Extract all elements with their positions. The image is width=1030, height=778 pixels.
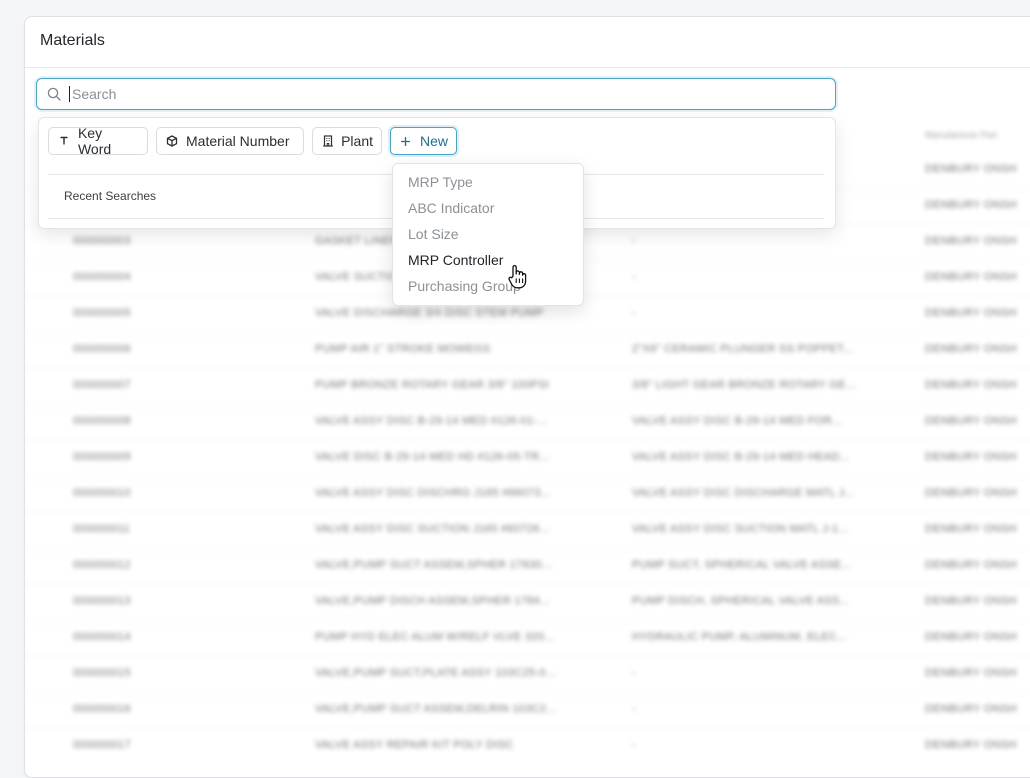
menu-item-lot-size[interactable]: Lot Size: [408, 226, 459, 242]
table-cell: DENBURY ONSH: [925, 163, 1017, 175]
text-caret: [69, 86, 70, 102]
table-cell: DENBURY ONSH: [925, 343, 1017, 355]
table-cell: VALVE ASSY DISC SUCTION J165 #60726...: [315, 523, 550, 535]
title-divider: [25, 67, 1030, 68]
table-cell: DENBURY ONSH: [925, 379, 1017, 391]
table-cell: -: [632, 703, 636, 715]
building-icon: [321, 134, 334, 148]
text-type-icon: [57, 134, 71, 148]
table-row[interactable]: 000000015 VALVE,PUMP SUCT,PLATE ASSY 103C…: [25, 656, 1030, 693]
table-cell: 000000013: [73, 595, 131, 607]
table-cell: DENBURY ONSH: [925, 667, 1017, 679]
table-cell: 2"X6" CERAMIC PLUNGER SS POPPET...: [632, 343, 853, 355]
table-row[interactable]: 000000011 VALVE ASSY DISC SUCTION J165 #6…: [25, 512, 1030, 549]
table-cell: -: [632, 307, 636, 319]
table-cell: PUMP DISCH, SPHERICAL VALVE ASS...: [632, 595, 850, 607]
table-cell: DENBURY ONSH: [925, 415, 1017, 427]
table-cell: PUMP BRONZE ROTARY GEAR 3/8" 100PSI: [315, 379, 550, 391]
menu-item-mrp-type[interactable]: MRP Type: [408, 174, 473, 190]
table-cell: 000000011: [73, 523, 130, 535]
table-row[interactable]: 000000017 VALVE ASSY REPAIR KIT POLY DISC…: [25, 728, 1030, 752]
table-cell: 000000005: [73, 307, 131, 319]
table-row[interactable]: 000000009 VALVE DISC B-29-14 MED HD #126-…: [25, 440, 1030, 477]
table-cell: DENBURY ONSH: [925, 235, 1017, 247]
table-cell: VALVE DISC B-29-14 MED HD #126-05-TR...: [315, 451, 550, 463]
table-cell: DENBURY ONSH: [925, 451, 1017, 463]
table-cell: VALVE DISCHARGE 3/4 DISC STEM PUMP: [315, 307, 544, 319]
table-cell: PUMP HYD ELEC ALUM W/RELF VLVE 320...: [315, 631, 555, 643]
table-cell: 000000006: [73, 343, 131, 355]
table-cell: VALVE,PUMP SUCT ASSEM,DELRIN 103C2...: [315, 703, 557, 715]
filter-chip-label: Key Word: [77, 125, 112, 157]
table-cell: 000000009: [73, 451, 131, 463]
table-cell: -: [632, 667, 636, 679]
menu-item-purchasing-group[interactable]: Purchasing Group: [408, 278, 521, 294]
filter-chip-label: Plant: [341, 133, 373, 149]
table-cell: DENBURY ONSH: [925, 631, 1017, 643]
table-cell: HYDRAULIC PUMP, ALUMINUM, ELEC...: [632, 631, 848, 643]
table-cell: DENBURY ONSH: [925, 271, 1017, 283]
table-cell: 000000017: [73, 739, 131, 751]
table-cell: VALVE ASSY DISC B-29-14 MED HEAD...: [632, 451, 850, 463]
table-cell: VALVE ASSY DISC B-29-14 MED #126-01-...: [315, 415, 548, 427]
menu-item-mrp-controller[interactable]: MRP Controller: [408, 252, 503, 268]
table-cell: VALVE ASSY DISC SUCTION MATL J-1...: [632, 523, 849, 535]
table-row[interactable]: 000000013 VALVE,PUMP DISCH ASSEM,SPHER 17…: [25, 584, 1030, 621]
table-cell: PUMP AIR 1" STROKE MOWEGS: [315, 343, 491, 355]
table-cell: 000000014: [73, 631, 131, 643]
hand-pointer-icon: [508, 265, 527, 289]
search-input[interactable]: [72, 82, 812, 106]
table-row[interactable]: 000000014 PUMP HYD ELEC ALUM W/RELF VLVE …: [25, 620, 1030, 657]
table-cell: -: [632, 271, 636, 283]
page-title: Materials: [40, 32, 105, 49]
new-filter-button[interactable]: New: [390, 127, 457, 155]
table-cell: -: [632, 739, 636, 751]
table-row[interactable]: 000000006 PUMP AIR 1" STROKE MOWEGS 2"X6" …: [25, 332, 1030, 369]
table-cell: VALVE,PUMP DISCH ASSEM,SPHER 1784...: [315, 595, 551, 607]
table-cell: DENBURY ONSH: [925, 307, 1017, 319]
menu-item-abc-indicator[interactable]: ABC Indicator: [408, 200, 494, 216]
table-cell: 000000015: [73, 667, 131, 679]
table-row[interactable]: 000000016 VALVE,PUMP SUCT ASSEM,DELRIN 10…: [25, 692, 1030, 729]
filter-chip-plant[interactable]: Plant: [312, 127, 382, 155]
table-cell: DENBURY ONSH: [925, 595, 1017, 607]
table-cell: 000000010: [73, 487, 131, 499]
filter-chip-material-number[interactable]: Material Number: [156, 127, 304, 155]
cube-icon: [165, 134, 179, 148]
plus-icon: [399, 134, 413, 148]
table-cell: VALVE,PUMP SUCT ASSEM,SPHER 17830...: [315, 559, 552, 571]
table-cell: 000000016: [73, 703, 131, 715]
table-cell: VALVE ASSY DISC B-29-14 MED FOR...: [632, 415, 843, 427]
table-cell: DENBURY ONSH: [925, 559, 1017, 571]
table-row[interactable]: 000000012 VALVE,PUMP SUCT ASSEM,SPHER 178…: [25, 548, 1030, 585]
table-cell: VALVE ASSY DISC DISCHARGE MATL J...: [632, 487, 855, 499]
table-row[interactable]: 000000007 PUMP BRONZE ROTARY GEAR 3/8" 10…: [25, 368, 1030, 405]
table-cell: VALVE ASSY REPAIR KIT POLY DISC: [315, 739, 514, 751]
filter-chip-label: Material Number: [186, 133, 290, 149]
table-cell: 000000004: [73, 271, 131, 283]
table-cell: DENBURY ONSH: [925, 487, 1017, 499]
search-icon: [47, 87, 61, 101]
column-header-manufacturer-part: Manufacturer Part: [925, 130, 998, 140]
search-box[interactable]: [36, 78, 836, 110]
table-cell: 000000007: [73, 379, 131, 391]
table-cell: DENBURY ONSH: [925, 739, 1017, 751]
new-filter-label: New: [419, 133, 448, 149]
table-cell: DENBURY ONSH: [925, 523, 1017, 535]
table-cell: 000000012: [73, 559, 131, 571]
table-cell: DENBURY ONSH: [925, 199, 1017, 211]
table-cell: 000000008: [73, 415, 131, 427]
table-cell: DENBURY ONSH: [925, 703, 1017, 715]
table-cell: 000000003: [73, 235, 131, 247]
table-cell: VALVE ASSY DISC DISCHRG J165 #66073...: [315, 487, 551, 499]
table-cell: -: [632, 235, 636, 247]
table-cell: 3/8" LIGHT GEAR BRONZE ROTARY GE...: [632, 379, 856, 391]
table-cell: PUMP SUCT, SPHERICAL VALVE ASSE...: [632, 559, 852, 571]
filter-chip-key-word[interactable]: Key Word: [48, 125, 148, 157]
table-row[interactable]: 000000010 VALVE ASSY DISC DISCHRG J165 #6…: [25, 476, 1030, 513]
recent-searches-label: Recent Searches: [64, 189, 157, 203]
table-cell: VALVE,PUMP SUCT,PLATE ASSY 103C25-0...: [315, 667, 556, 679]
table-row[interactable]: 000000008 VALVE ASSY DISC B-29-14 MED #12…: [25, 404, 1030, 441]
